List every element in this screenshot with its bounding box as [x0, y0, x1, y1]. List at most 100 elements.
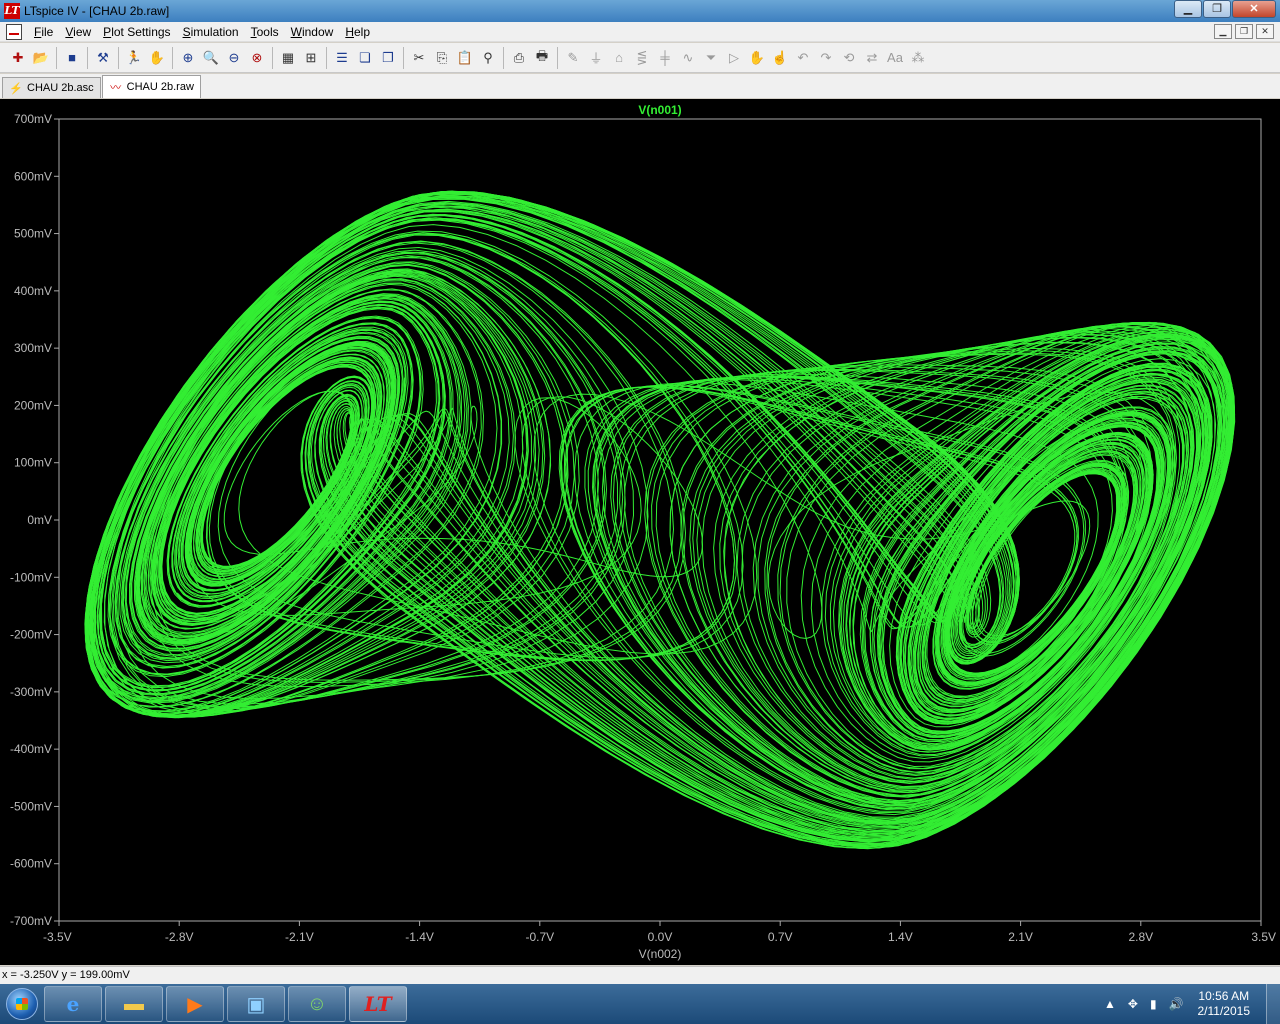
system-tray: ▲ ✥ ▮ 🔊 10:56 AM 2/11/2015 [1098, 984, 1280, 1024]
x-axis-label[interactable]: V(n002) [639, 947, 682, 961]
zoom-out-icon[interactable]: ⊖ [224, 48, 244, 68]
toolbar-separator [403, 46, 404, 69]
resistor-icon[interactable]: ⋚ [632, 48, 652, 68]
waveform-icon: 〰 [110, 82, 122, 94]
menu-plot-settings[interactable]: Plot Settings [97, 25, 176, 39]
y-tick-label: -200mV [10, 628, 52, 642]
toolbar-separator [56, 46, 57, 69]
waveform-document-icon[interactable] [6, 23, 22, 40]
x-tick-label: 0.7V [768, 930, 793, 944]
dropbox-icon[interactable]: ✥ [1128, 997, 1138, 1011]
zoom-box-icon[interactable]: 🔍 [201, 48, 221, 68]
mdi-minimize-button[interactable]: ▁ [1214, 24, 1232, 39]
y-tick-label: -300mV [10, 685, 52, 699]
print-preview-icon[interactable]: ⎙ [509, 48, 529, 68]
ie-icon[interactable]: e [44, 986, 102, 1022]
minimize-button[interactable]: ▁ [1174, 0, 1202, 18]
component-icon[interactable]: ▷ [724, 48, 744, 68]
ltspice-app-icon[interactable]: LT [4, 3, 20, 19]
pick-visible-traces-icon[interactable]: ⊞ [301, 48, 321, 68]
x-tick-label: 3.5V [1251, 930, 1276, 944]
messenger-icon[interactable]: ☺ [288, 986, 346, 1022]
toolbar-separator [326, 46, 327, 69]
copy-icon[interactable]: ⎘ [432, 48, 452, 68]
paste-icon[interactable]: 📋 [455, 48, 475, 68]
new-schematic-icon[interactable]: ✚ [8, 48, 28, 68]
y-tick-label: 700mV [14, 112, 52, 126]
inductor-icon[interactable]: ∿ [678, 48, 698, 68]
plot-frame [58, 118, 1262, 922]
maximize-button[interactable]: ❐ [1203, 0, 1231, 18]
y-axis-ticks: 700mV 600mV 500mV 400mV 300mV 200mV 100mV 0mV -1… [10, 112, 59, 928]
remote-desktop-icon[interactable]: ▣ [227, 986, 285, 1022]
find-icon[interactable]: ⚲ [478, 48, 498, 68]
volume-icon[interactable]: 🔊 [1169, 997, 1184, 1011]
schematic-icon: ⚡ [9, 82, 23, 95]
capacitor-icon[interactable]: ╪ [655, 48, 675, 68]
diode-icon[interactable]: ⏷ [701, 48, 721, 68]
menu-help[interactable]: Help [339, 25, 376, 39]
clock[interactable]: 10:56 AM 2/11/2015 [1198, 989, 1251, 1019]
menu-bar: File View Plot Settings Simulation Tools… [0, 22, 1280, 42]
clock-time: 10:56 AM [1198, 989, 1250, 1003]
zoom-cancel-icon[interactable]: ⊗ [247, 48, 267, 68]
trace-v-n001[interactable] [84, 190, 1236, 850]
label-icon[interactable]: ⌂ [609, 48, 629, 68]
open-icon[interactable]: 📂 [31, 48, 51, 68]
waveform-plot-pane[interactable]: -3.5V -2.8V -2.1V -1.4V -0.7V 0.0V 0.7V 1.4V 2.1… [0, 99, 1280, 965]
redo-icon[interactable]: ↷ [816, 48, 836, 68]
menu-view[interactable]: View [59, 25, 97, 39]
mirror-icon[interactable]: ⇄ [862, 48, 882, 68]
move-icon[interactable]: ✋ [747, 48, 767, 68]
menu-simulation[interactable]: Simulation [177, 25, 245, 39]
run-icon[interactable]: 🏃 [124, 48, 144, 68]
y-tick-label: -600mV [10, 857, 52, 871]
halt-icon[interactable]: ✋ [147, 48, 167, 68]
trace-name-label[interactable]: V(n001) [638, 103, 681, 117]
x-tick-label: -0.7V [525, 930, 554, 944]
rotate-icon[interactable]: ⟲ [839, 48, 859, 68]
tab-schematic[interactable]: ⚡ CHAU 2b.asc [2, 77, 101, 98]
close-button[interactable]: ✕ [1232, 0, 1276, 18]
start-button[interactable] [0, 984, 44, 1024]
explorer-icon[interactable]: ▬ [105, 986, 163, 1022]
save-icon[interactable]: ■ [62, 48, 82, 68]
x-tick-label: 2.1V [1008, 930, 1033, 944]
close-all-icon[interactable]: ❐ [378, 48, 398, 68]
network-icon[interactable]: ▮ [1150, 997, 1157, 1011]
show-hidden-icons-icon[interactable]: ▲ [1104, 997, 1116, 1011]
toolbar-separator [272, 46, 273, 69]
waveform-plot[interactable]: -3.5V -2.8V -2.1V -1.4V -0.7V 0.0V 0.7V 1.4V 2.1… [0, 99, 1280, 965]
cascade-icon[interactable]: ❏ [355, 48, 375, 68]
toolbar-separator [118, 46, 119, 69]
text-icon[interactable]: Aa [885, 48, 905, 68]
mdi-close-button[interactable]: ✕ [1256, 24, 1274, 39]
window-title: LTspice IV - [CHAU 2b.raw] [24, 4, 170, 18]
menu-window[interactable]: Window [285, 25, 340, 39]
status-bar: x = -3.250V y = 199.00mV [0, 966, 1280, 984]
x-tick-label: 2.8V [1128, 930, 1153, 944]
ltspice-icon[interactable]: LT [349, 986, 407, 1022]
print-icon[interactable]: 🖶 [532, 48, 552, 68]
menu-tools[interactable]: Tools [245, 25, 285, 39]
show-desktop-button[interactable] [1266, 984, 1280, 1024]
cut-icon[interactable]: ✂ [409, 48, 429, 68]
menu-file[interactable]: File [28, 25, 59, 39]
control-panel-icon[interactable]: ⚒ [93, 48, 113, 68]
ground-icon[interactable]: ⏚ [586, 48, 606, 68]
tile-horizontal-icon[interactable]: ☰ [332, 48, 352, 68]
wire-icon[interactable]: ✎ [563, 48, 583, 68]
autorange-icon[interactable]: ▦ [278, 48, 298, 68]
spice-directive-icon[interactable]: ⁂ [908, 48, 928, 68]
y-tick-label: 400mV [14, 284, 52, 298]
tab-waveform[interactable]: 〰 CHAU 2b.raw [101, 75, 201, 98]
zoom-in-icon[interactable]: ⊕ [178, 48, 198, 68]
x-tick-label: -2.1V [285, 930, 314, 944]
undo-icon[interactable]: ↶ [793, 48, 813, 68]
windows-orb-icon [6, 988, 38, 1020]
toolbar-separator [172, 46, 173, 69]
drag-icon[interactable]: ☝ [770, 48, 790, 68]
y-tick-label: 0mV [27, 513, 52, 527]
media-player-icon[interactable]: ▶ [166, 986, 224, 1022]
mdi-restore-button[interactable]: ❐ [1235, 24, 1253, 39]
